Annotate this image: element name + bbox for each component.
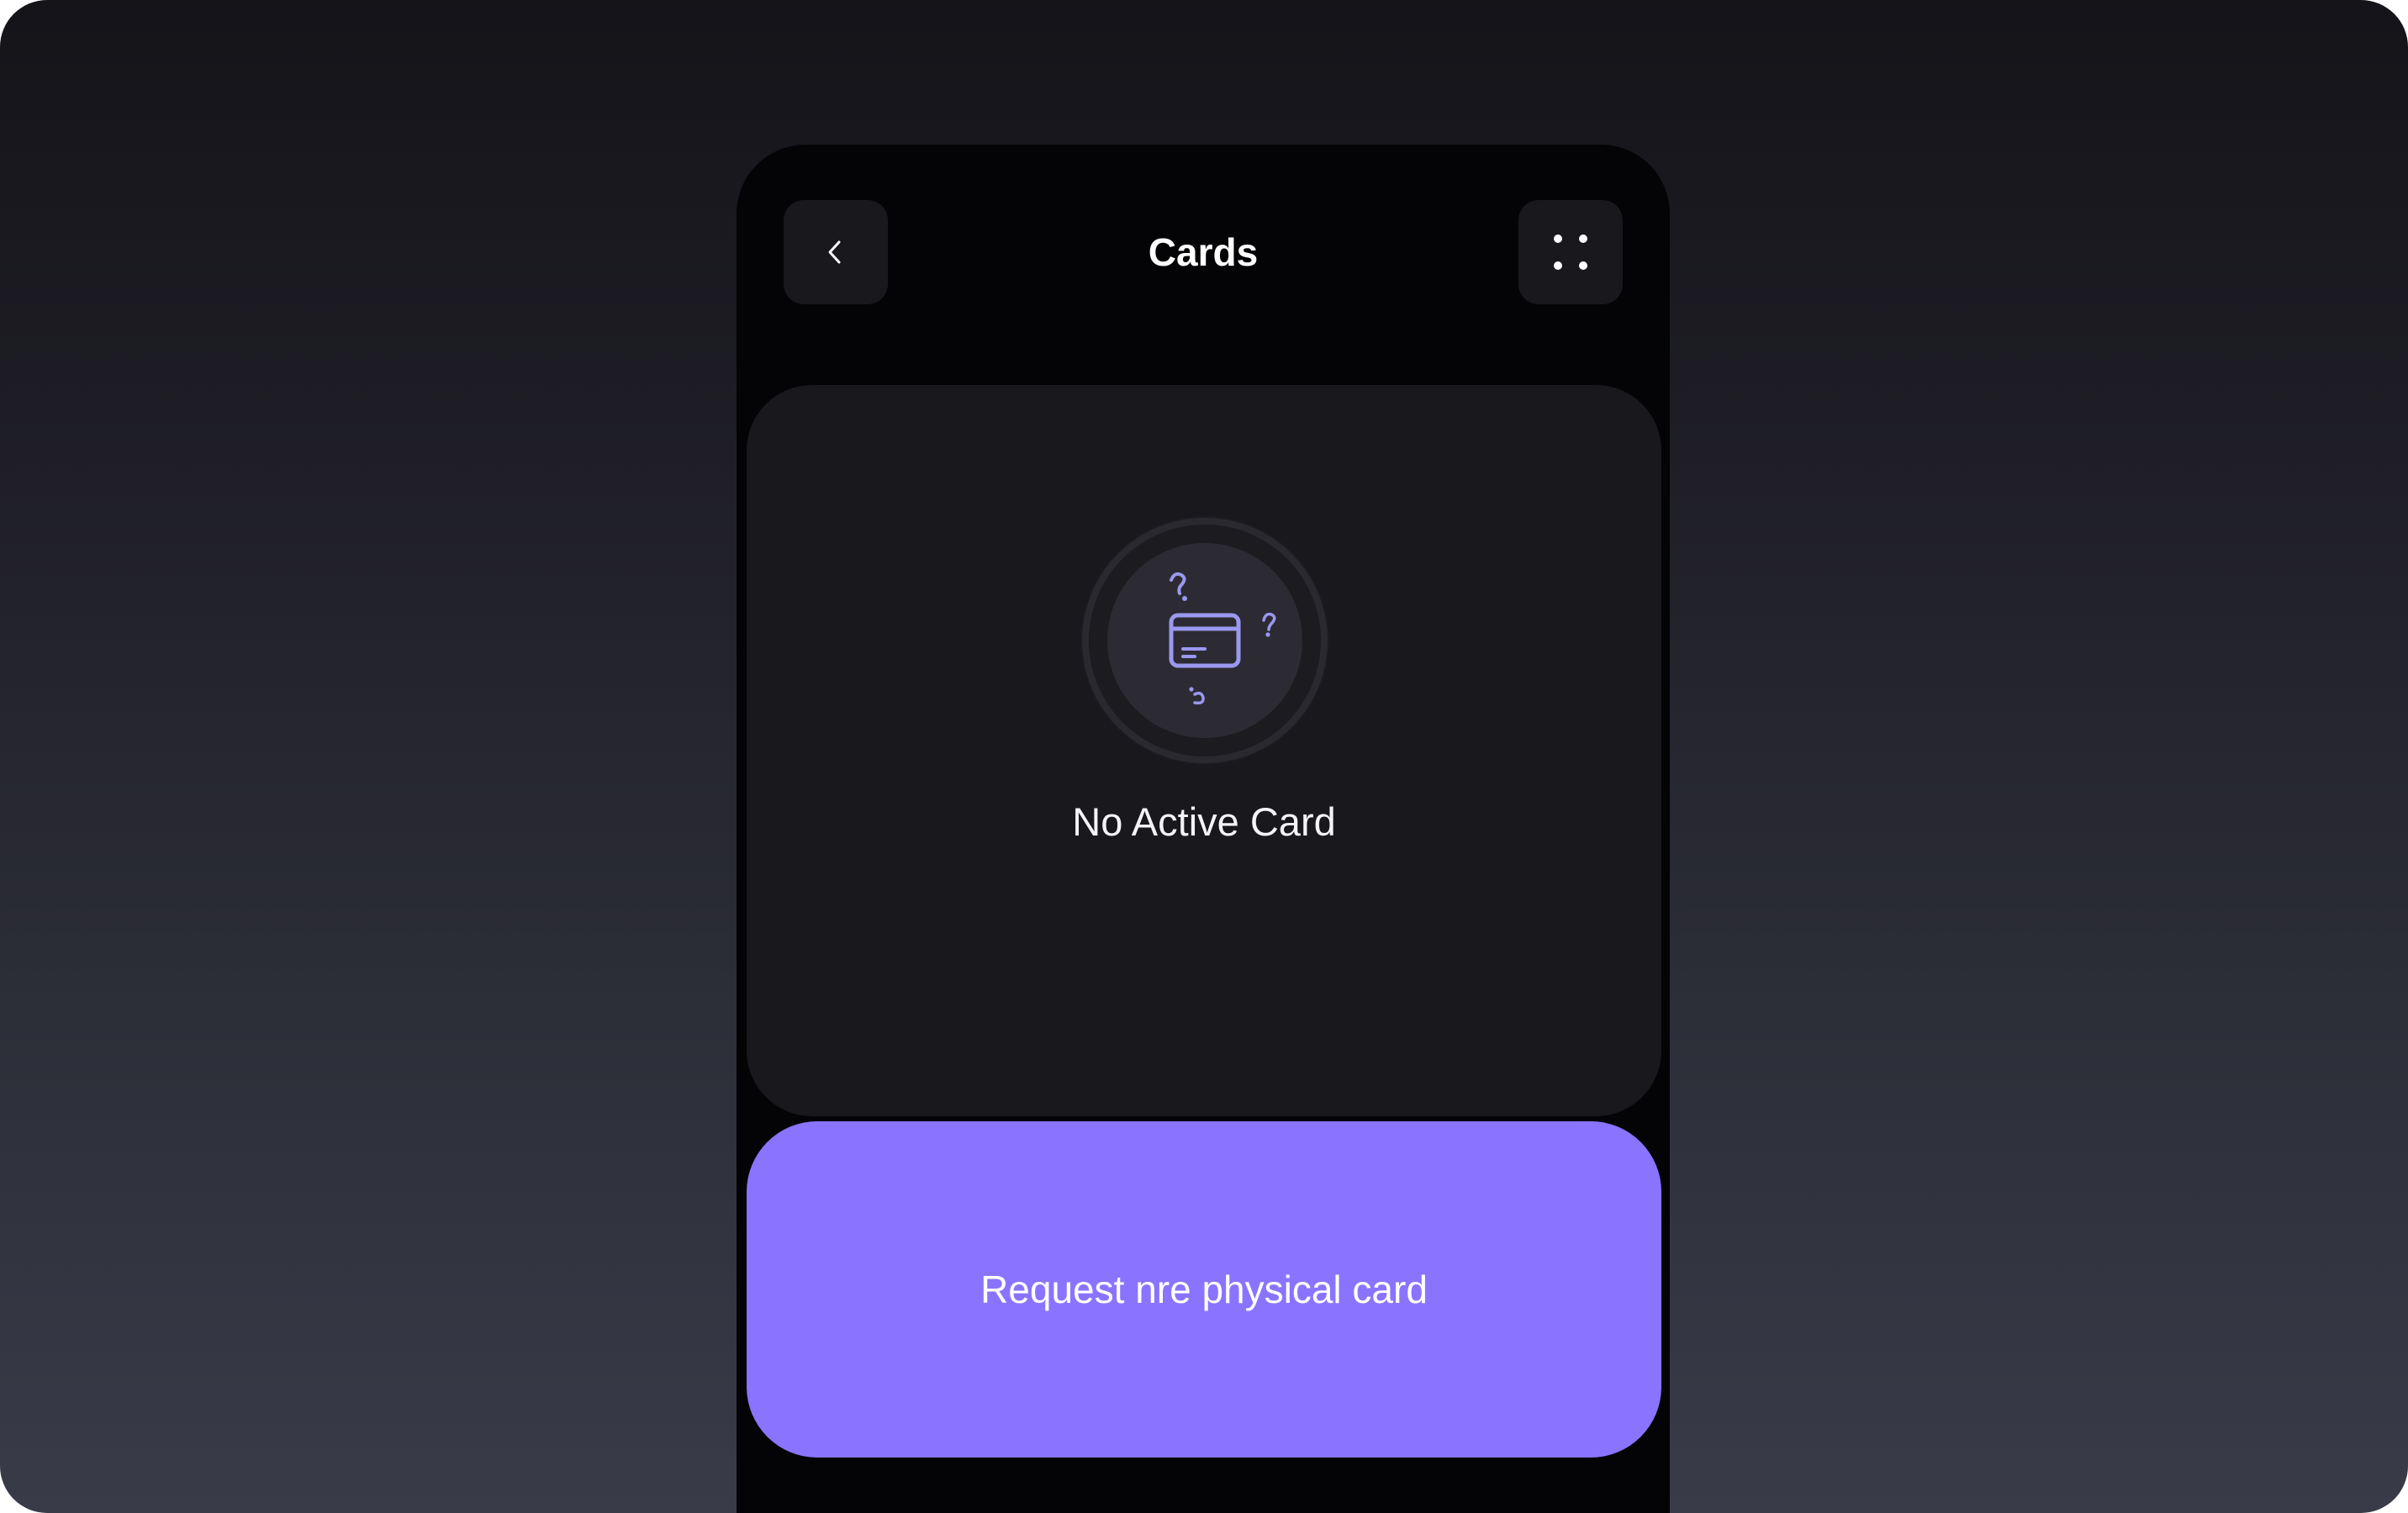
request-physical-card-label: Request nre physical card xyxy=(980,1268,1428,1311)
grid-dots-icon xyxy=(1554,235,1587,270)
phone-screen: Cards No Active Card Request nre physica… xyxy=(737,145,1670,1513)
credit-card-question-icon xyxy=(1080,516,1329,765)
request-physical-card-button[interactable]: Request nre physical card xyxy=(747,1121,1661,1458)
menu-button[interactable] xyxy=(1518,200,1623,304)
back-button[interactable] xyxy=(784,200,888,304)
app-background: Cards No Active Card Request nre physica… xyxy=(0,0,2408,1513)
no-active-card-text: No Active Card xyxy=(1072,799,1336,844)
chevron-left-icon xyxy=(828,240,841,264)
card-panel: No Active Card xyxy=(747,385,1661,1116)
page-title: Cards xyxy=(1148,230,1259,274)
